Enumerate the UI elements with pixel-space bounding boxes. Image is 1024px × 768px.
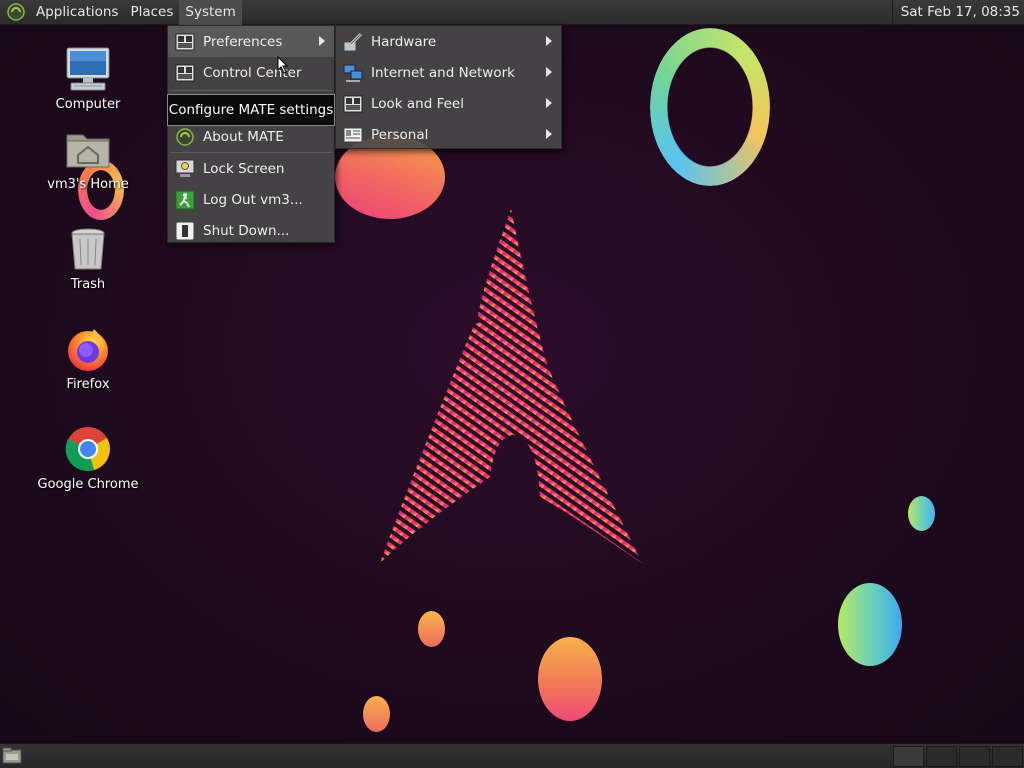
chrome-icon [65,427,110,471]
network-icon [343,64,363,82]
menu-item-label: Internet and Network [371,64,515,81]
desktop-icon-computer[interactable]: Computer [18,45,158,112]
workspace-switcher-3[interactable] [959,746,990,767]
menu-item-label: About MATE [203,128,284,145]
places-menu[interactable]: Places [124,0,179,25]
wallpaper-circle-decoration [363,696,390,732]
menu-item-preferences[interactable]: Preferences [168,26,334,57]
wallpaper-circle-decoration [838,583,902,666]
submenu-item-personal[interactable]: Personal [336,119,561,150]
menu-item-label: Shut Down... [203,222,290,239]
shut-down-icon [175,221,195,240]
desktop-icon-label: Trash [70,277,106,292]
bottom-panel [0,743,1024,768]
preferences-icon [175,33,195,50]
clock[interactable]: Sat Feb 17, 08:35 [891,0,1024,25]
menu-item-label: Hardware [371,33,437,50]
workspace-switcher-4[interactable] [992,746,1023,767]
firefox-icon [68,329,108,371]
lock-screen-icon [175,159,195,177]
wallpaper-circle-decoration [908,496,935,531]
system-dropdown-menu: Preferences Control Center About MATE Lo… [167,25,335,243]
wallpaper-circle-decoration [538,637,602,721]
wallpaper-ring-decoration [650,28,770,186]
desktop-icon-trash[interactable]: Trash [18,225,158,292]
arch-linux-logo-wallpaper [380,209,642,563]
submenu-item-hardware[interactable]: Hardware [336,26,561,57]
desktop-icon-chrome[interactable]: Google Chrome [18,425,158,492]
trash-icon [71,228,105,270]
workspace-switcher-2[interactable] [926,746,957,767]
menu-item-label: Preferences [203,33,283,50]
applications-menu[interactable]: Applications [30,0,124,25]
log-out-icon [175,190,195,209]
desktop-icon-label: Firefox [66,377,110,392]
submenu-arrow-icon [319,36,325,46]
menu-item-label: Lock Screen [203,160,285,177]
personal-icon [343,127,363,142]
menu-item-label: Personal [371,126,429,143]
mate-logo-icon [7,3,25,21]
mate-logo-icon [176,127,194,146]
tooltip: Configure MATE settings [167,94,335,126]
submenu-item-internet-network[interactable]: Internet and Network [336,57,561,88]
system-menu[interactable]: System [179,0,242,25]
control-center-icon [175,64,195,81]
menu-separator [170,90,332,91]
menu-item-shut-down[interactable]: Shut Down... [168,215,334,246]
desktop-icon-label: vm3's Home [47,177,129,192]
desktop-icon-home[interactable]: vm3's Home [18,125,158,192]
submenu-arrow-icon [546,129,552,139]
home-folder-icon [66,134,110,168]
submenu-item-look-and-feel[interactable]: Look and Feel [336,88,561,119]
mouse-pointer-icon [277,56,289,74]
submenu-arrow-icon [546,98,552,108]
top-panel: Applications Places System Sat Feb 17, 0… [0,0,1024,25]
wallpaper-circle-decoration [418,611,445,647]
look-and-feel-icon [343,95,363,112]
menu-item-label: Log Out vm3... [203,191,303,208]
submenu-arrow-icon [546,67,552,77]
workspace-switcher-1[interactable] [893,746,924,767]
menu-item-log-out[interactable]: Log Out vm3... [168,184,334,215]
preferences-submenu: Hardware Internet and Network Look and F… [335,25,562,149]
show-desktop-icon[interactable] [2,747,22,765]
desktop-icon-firefox[interactable]: Firefox [18,325,158,392]
menu-item-control-center[interactable]: Control Center [168,57,334,88]
desktop-icon-label: Google Chrome [37,477,139,492]
menu-item-label: Look and Feel [371,95,464,112]
menu-item-lock-screen[interactable]: Lock Screen [168,153,334,184]
hardware-icon [343,32,363,51]
computer-icon [66,47,110,91]
submenu-arrow-icon [546,36,552,46]
desktop-icon-label: Computer [55,97,121,112]
